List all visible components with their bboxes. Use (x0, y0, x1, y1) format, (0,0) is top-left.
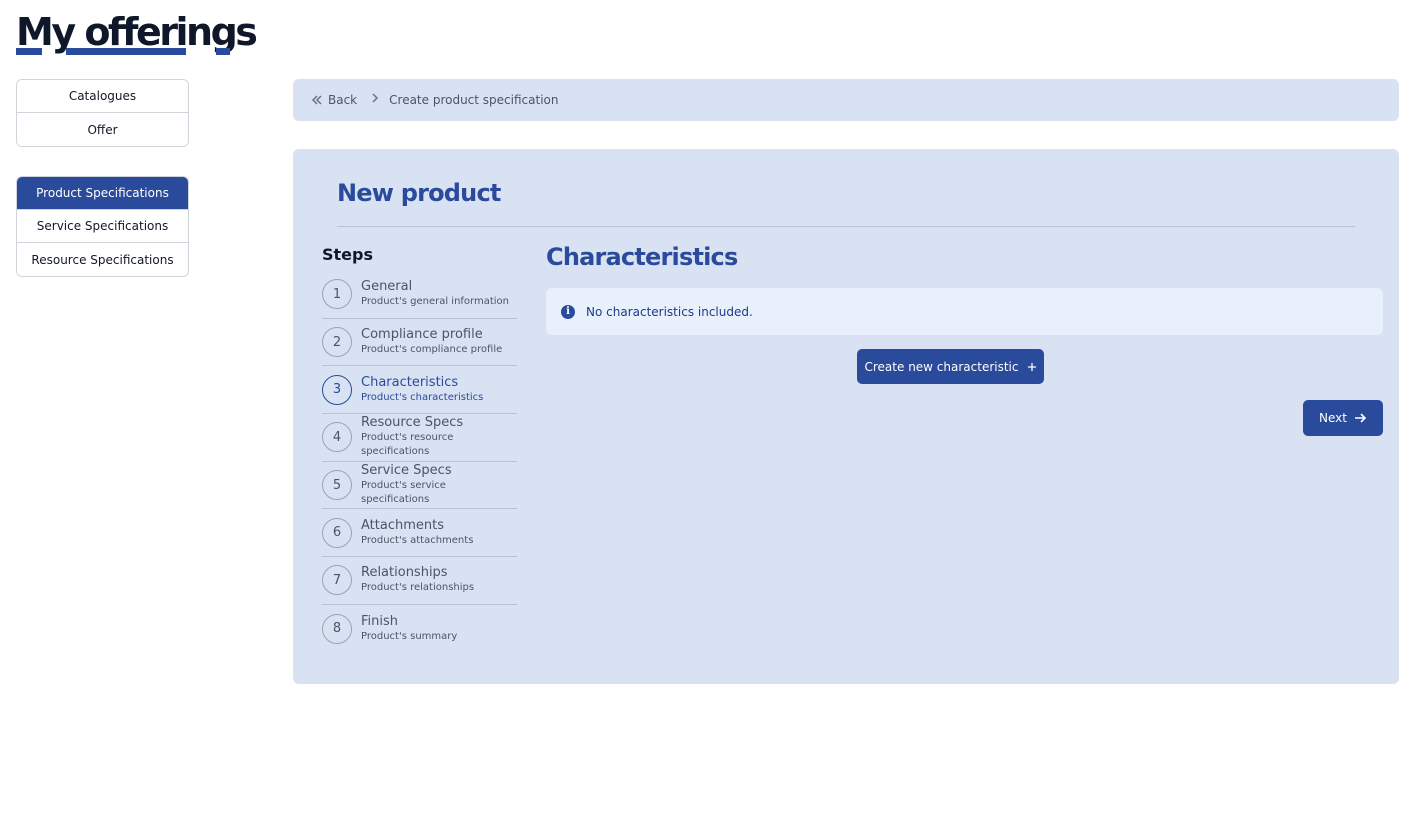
arrow-right-icon (1354, 413, 1367, 423)
step-number: 7 (322, 565, 352, 596)
step-name: Characteristics (361, 374, 459, 390)
menu-item-catalogues[interactable]: Catalogues (17, 80, 188, 113)
top-menu: Catalogues Offer (16, 79, 189, 147)
step-desc: Product's resource specifications (361, 432, 454, 458)
step-name: Finish (361, 613, 399, 629)
menu-item-offer[interactable]: Offer (17, 113, 188, 146)
step-characteristics[interactable]: 3 Characteristics Product's characteristi… (322, 366, 517, 415)
create-characteristic-button[interactable]: Create new characteristic (857, 349, 1044, 384)
title-underline (66, 48, 186, 55)
back-link[interactable]: Back (311, 93, 357, 107)
chevron-right-icon (371, 92, 379, 108)
next-button[interactable]: Next (1303, 400, 1383, 436)
step-finish[interactable]: 8 Finish Product's summary (322, 605, 517, 653)
double-chevron-left-icon (311, 95, 322, 105)
step-name: Attachments (361, 517, 444, 533)
title-underline (216, 48, 230, 55)
step-attachments[interactable]: 6 Attachments Product's attachments (322, 509, 517, 558)
step-name: Compliance profile (361, 327, 483, 343)
menu-item-resource-specifications[interactable]: Resource Specifications (17, 243, 188, 276)
steps-heading: Steps (322, 245, 373, 264)
form-title: New product (337, 179, 501, 207)
step-desc: Product's summary (361, 630, 458, 642)
plus-icon (1027, 362, 1036, 371)
step-desc: Product's general information (361, 296, 510, 308)
step-desc: Product's relationships (361, 582, 475, 594)
step-name: Service Specs (361, 463, 452, 479)
step-desc: Product's attachments (361, 534, 474, 546)
title-underline (16, 48, 42, 55)
step-number: 8 (322, 613, 352, 644)
step-name: Resource Specs (361, 415, 464, 431)
main-panel: New product Steps 1 General Product's gen… (293, 149, 1399, 684)
step-desc: Product's compliance profile (361, 344, 503, 356)
step-number: 4 (322, 422, 352, 453)
create-button-label: Create new characteristic (864, 359, 1019, 374)
menu-item-service-specifications[interactable]: Service Specifications (17, 210, 188, 243)
info-circle-icon: i (561, 304, 575, 319)
menu-item-product-specifications[interactable]: Product Specifications (17, 177, 188, 210)
step-number: 3 (322, 374, 352, 405)
breadcrumb-current: Create product specification (389, 93, 559, 107)
divider (337, 226, 1355, 227)
step-desc: Product's service specifications (361, 480, 446, 506)
step-compliance-profile[interactable]: 2 Compliance profile Product's compliance… (322, 319, 517, 367)
step-general[interactable]: 1 General Product's general information (322, 271, 517, 319)
step-name: Relationships (361, 565, 448, 581)
section-title: Characteristics (546, 243, 738, 271)
back-label: Back (328, 93, 358, 107)
breadcrumb: Back Create product specification (293, 79, 1399, 121)
step-name: General (361, 279, 413, 295)
info-alert: i No characteristics included. (546, 288, 1383, 335)
step-number: 1 (322, 279, 352, 310)
step-relationships[interactable]: 7 Relationships Product's relationships (322, 557, 517, 605)
steps-list: 1 General Product's general information 2… (322, 271, 517, 653)
step-number: 5 (322, 470, 352, 501)
step-resource-specs[interactable]: 4 Resource Specs Product's resource speci… (322, 414, 517, 462)
spec-menu: Product Specifications Service Specifica… (16, 176, 189, 277)
step-service-specs[interactable]: 5 Service Specs Product's service specifi… (322, 462, 517, 510)
step-desc: Product's characteristics (361, 391, 484, 403)
step-number: 6 (322, 517, 352, 548)
next-button-label: Next (1319, 411, 1347, 425)
info-message: No characteristics included. (586, 304, 753, 319)
step-number: 2 (322, 327, 352, 358)
